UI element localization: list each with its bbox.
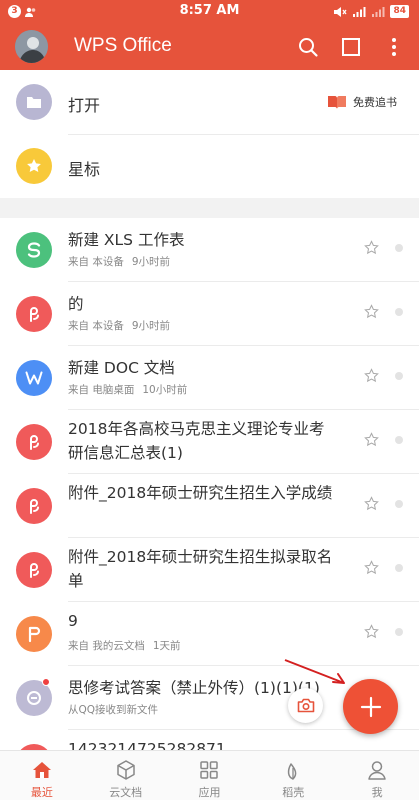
book-icon bbox=[328, 95, 346, 109]
open-item[interactable]: 打开 免费追书 bbox=[0, 70, 419, 134]
annotation-arrow bbox=[284, 659, 345, 684]
star-outline-icon[interactable] bbox=[364, 496, 379, 511]
more-dot[interactable] bbox=[395, 372, 403, 380]
more-dot[interactable] bbox=[395, 436, 403, 444]
signal-icon bbox=[353, 6, 366, 17]
leaf-icon bbox=[288, 763, 297, 780]
more-dot[interactable] bbox=[395, 308, 403, 316]
more-dot[interactable] bbox=[395, 628, 403, 636]
more-dot[interactable] bbox=[395, 500, 403, 508]
camera-scan-button[interactable] bbox=[288, 688, 323, 723]
new-file-badge bbox=[42, 678, 50, 686]
open-label: 打开 bbox=[68, 96, 101, 115]
starred-label: 星标 bbox=[68, 160, 101, 179]
pdf-icon bbox=[16, 424, 52, 460]
status-bar: 3 8:57 AM 84 bbox=[0, 0, 419, 24]
nav-docer[interactable]: 稻壳 bbox=[251, 751, 335, 800]
app-bar: WPS Office bbox=[0, 24, 419, 70]
nav-label: 我 bbox=[371, 786, 383, 799]
mute-icon bbox=[334, 6, 347, 17]
nav-me[interactable]: 我 bbox=[335, 751, 419, 800]
file-row[interactable]: 附件_2018年硕士研究生招生入学成绩 bbox=[0, 474, 419, 538]
more-dot[interactable] bbox=[395, 564, 403, 572]
file-meta: 来自 本设备 9小时前 bbox=[68, 256, 171, 268]
file-title: 新建 XLS 工作表 bbox=[68, 231, 185, 249]
free-books-link[interactable]: 免费追书 bbox=[327, 94, 397, 110]
star-outline-icon[interactable] bbox=[364, 560, 379, 575]
search-icon[interactable] bbox=[297, 36, 319, 58]
file-meta: 来自 电脑桌面 10小时前 bbox=[68, 384, 188, 396]
home-icon bbox=[32, 762, 51, 778]
file-row[interactable]: 2018年各高校马克思主义理论专业考研信息汇总表(1) bbox=[0, 410, 419, 474]
camera-icon bbox=[297, 698, 314, 713]
file-meta: 从QQ接收到新文件 bbox=[68, 704, 159, 716]
spreadsheet-icon bbox=[16, 232, 52, 268]
star-outline-icon[interactable] bbox=[364, 240, 379, 255]
file-title: 2018年各高校马克思主义理论专业考研信息汇总表(1) bbox=[68, 420, 325, 462]
nav-cloud-docs[interactable]: 云文档 bbox=[84, 751, 168, 800]
file-row[interactable]: 新建 DOC 文档 来自 电脑桌面 10小时前 bbox=[0, 346, 419, 410]
doc-icon bbox=[16, 360, 52, 396]
file-title: 附件_2018年硕士研究生招生拟录取名单 bbox=[68, 548, 333, 590]
apps-grid-icon bbox=[200, 761, 219, 779]
new-document-button[interactable] bbox=[343, 679, 398, 734]
app-title: WPS Office bbox=[74, 35, 172, 56]
file-title: 新建 DOC 文档 bbox=[68, 359, 175, 377]
file-row[interactable]: 附件_2018年硕士研究生招生拟录取名单 bbox=[0, 538, 419, 602]
nav-recent[interactable]: 最近 bbox=[0, 751, 84, 800]
pdf-icon bbox=[16, 296, 52, 332]
ppt-icon bbox=[16, 616, 52, 652]
cloud-box-icon bbox=[116, 760, 135, 780]
file-meta: 来自 我的云文档 1天前 bbox=[68, 640, 181, 652]
nav-label: 应用 bbox=[198, 786, 221, 799]
free-books-label: 免费追书 bbox=[353, 96, 397, 109]
star-icon bbox=[16, 148, 52, 184]
plus-icon bbox=[360, 696, 381, 717]
pdf-icon bbox=[16, 488, 52, 524]
more-dot[interactable] bbox=[395, 244, 403, 252]
more-options-icon[interactable] bbox=[383, 36, 405, 58]
section-separator bbox=[0, 198, 419, 218]
avatar-image bbox=[15, 30, 48, 63]
file-title: 的 bbox=[68, 295, 84, 313]
pdf-icon bbox=[16, 552, 52, 588]
nav-label: 最近 bbox=[30, 786, 53, 799]
multi-window-icon[interactable] bbox=[340, 36, 362, 58]
star-outline-icon[interactable] bbox=[364, 432, 379, 447]
starred-item[interactable]: 星标 bbox=[0, 134, 419, 198]
nav-label: 稻壳 bbox=[282, 786, 305, 799]
file-meta: 来自 本设备 9小时前 bbox=[68, 320, 171, 332]
file-row[interactable]: 新建 XLS 工作表 来自 本设备 9小时前 bbox=[0, 218, 419, 282]
signal-2-icon bbox=[372, 6, 385, 17]
folder-icon bbox=[16, 84, 52, 120]
star-outline-icon[interactable] bbox=[364, 304, 379, 319]
bottom-navigation: 最近 云文档 应用 稻壳 我 bbox=[0, 750, 419, 800]
file-title: 附件_2018年硕士研究生招生入学成绩 bbox=[68, 484, 333, 502]
file-row[interactable]: 9 来自 我的云文档 1天前 bbox=[0, 602, 419, 666]
star-outline-icon[interactable] bbox=[364, 368, 379, 383]
star-outline-icon[interactable] bbox=[364, 624, 379, 639]
file-row[interactable]: 的 来自 本设备 9小时前 bbox=[0, 282, 419, 346]
nav-apps[interactable]: 应用 bbox=[168, 751, 252, 800]
avatar[interactable] bbox=[15, 30, 48, 63]
nav-label: 云文档 bbox=[109, 786, 143, 799]
battery-level: 84 bbox=[390, 5, 409, 18]
file-title: 9 bbox=[68, 612, 78, 630]
person-icon bbox=[368, 761, 386, 780]
